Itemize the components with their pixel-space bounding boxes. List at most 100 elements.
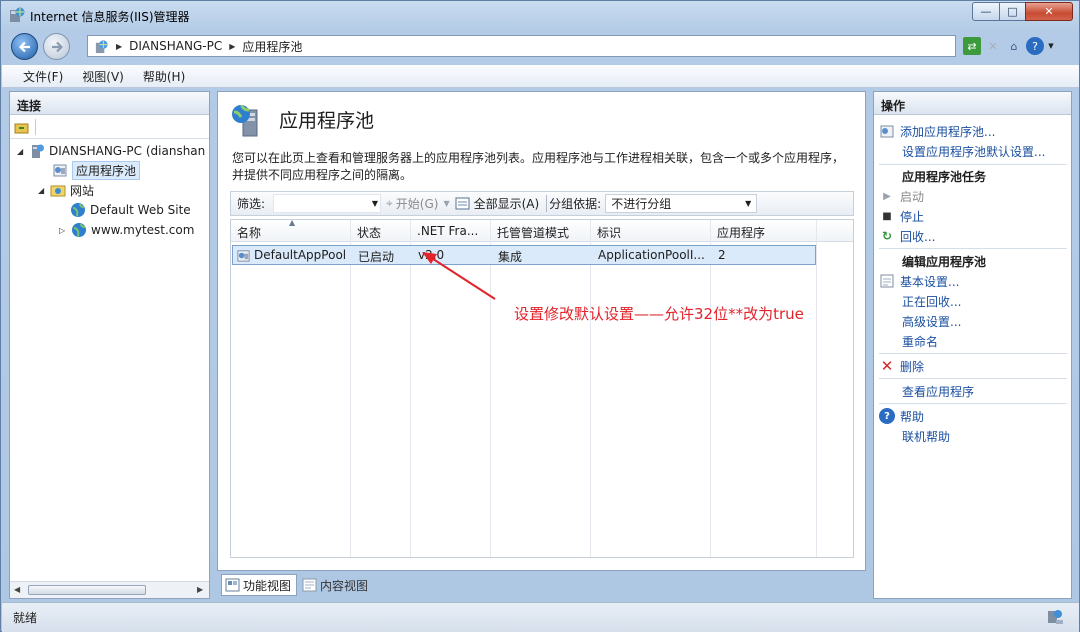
action-label: 联机帮助 xyxy=(902,429,951,444)
chevron-down-icon[interactable]: ▼ xyxy=(1047,37,1055,55)
action-label: 高级设置... xyxy=(902,314,962,329)
menu-bar: 文件(F) 视图(V) 帮助(H) xyxy=(2,65,1079,88)
actions-separator xyxy=(879,353,1067,354)
annotation-text: 设置修改默认设置——允许32位**改为true xyxy=(514,305,804,323)
recycling-action[interactable]: 正在回收... xyxy=(902,292,961,310)
actions-separator xyxy=(879,378,1067,379)
action-label: 基本设置... xyxy=(900,274,960,289)
action-label: 添加应用程序池... xyxy=(900,124,996,139)
maximize-button[interactable]: □ xyxy=(999,2,1026,21)
tree-label: DIANSHANG-PC (dianshan xyxy=(49,144,206,158)
server-icon xyxy=(32,144,44,158)
network-status-icon xyxy=(1048,610,1063,624)
action-label: 查看应用程序 xyxy=(902,384,975,399)
collapsed-triangle-icon: ▷ xyxy=(59,225,66,235)
globe-icon xyxy=(71,203,85,217)
start-action[interactable]: ▶ 启动 xyxy=(879,187,924,205)
breadcrumb-server[interactable]: DIANSHANG-PC xyxy=(129,39,222,53)
actions-separator xyxy=(879,164,1067,165)
pool-tasks-heading: 应用程序池任务 xyxy=(902,170,987,184)
connect-icon[interactable] xyxy=(14,119,30,135)
scroll-left-icon[interactable]: ◀ xyxy=(14,585,20,594)
action-label: 重命名 xyxy=(902,334,939,349)
refresh-icon[interactable]: ⇄ xyxy=(963,37,981,55)
status-text: 就绪 xyxy=(13,611,38,625)
stop-square-icon: ■ xyxy=(882,210,892,222)
tree-item-default-site[interactable]: Default Web Site xyxy=(70,200,191,220)
address-bar[interactable]: ▶ DIANSHANG-PC ▶ 应用程序池 xyxy=(87,35,956,57)
title-bar: Internet 信息服务(IIS)管理器 — □ ✕ xyxy=(1,1,1079,29)
tree-item-mytest-site[interactable]: ▷ www.mytest.com xyxy=(59,220,194,240)
iis-manager-window: Internet 信息服务(IIS)管理器 — □ ✕ ▶ DIANSHANG-… xyxy=(0,0,1080,632)
minimize-button[interactable]: — xyxy=(972,2,1000,21)
menu-help[interactable]: 帮助(H) xyxy=(143,68,185,85)
window-title: Internet 信息服务(IIS)管理器 xyxy=(30,10,190,24)
tree-item-app-pools[interactable]: 应用程序池 xyxy=(52,160,141,180)
app-pool-icon xyxy=(53,164,67,177)
tab-label: 功能视图 xyxy=(243,578,292,593)
tree-label: www.mytest.com xyxy=(91,223,195,237)
action-label: 设置应用程序池默认设置... xyxy=(902,144,1046,159)
scroll-right-icon[interactable]: ▶ xyxy=(197,585,203,594)
expanded-triangle-icon: ◢ xyxy=(17,146,24,156)
app-pools-panel: 应用程序池 您可以在此页上查看和管理服务器上的应用程序池列表。应用程序池与工作进… xyxy=(217,91,866,571)
help-icon: ? xyxy=(879,408,895,424)
connections-toolbar xyxy=(10,115,209,139)
expanded-triangle-icon: ◢ xyxy=(38,185,45,195)
chevron-right-icon: ▶ xyxy=(229,41,236,51)
tab-label: 内容视图 xyxy=(320,578,369,593)
content-view-icon xyxy=(302,578,317,592)
view-applications-action[interactable]: 查看应用程序 xyxy=(902,382,974,400)
menu-file[interactable]: 文件(F) xyxy=(23,68,63,85)
tree-label-selected: 应用程序池 xyxy=(72,160,141,180)
status-bar: 就绪 xyxy=(2,602,1079,632)
chevron-right-icon: ▶ xyxy=(116,41,123,51)
tree-label: 网站 xyxy=(70,183,95,198)
tree-item-sites[interactable]: ◢ 网站 xyxy=(38,180,94,200)
settings-page-icon xyxy=(880,274,894,288)
stop-icon[interactable]: ✕ xyxy=(984,37,1002,55)
action-label: 帮助 xyxy=(900,409,925,424)
tab-features-view[interactable]: 功能视图 xyxy=(221,574,298,596)
home-icon[interactable]: ⌂ xyxy=(1005,37,1023,55)
close-button[interactable]: ✕ xyxy=(1025,2,1073,21)
action-label: 删除 xyxy=(900,359,925,374)
online-help-action[interactable]: 联机帮助 xyxy=(902,427,950,445)
delete-action[interactable]: ✕ 删除 xyxy=(879,357,924,375)
actions-panel: 操作 添加应用程序池... 设置应用程序池默认设置... 应用程序池任务 ▶ 启… xyxy=(873,91,1072,599)
help-action[interactable]: ? 帮助 xyxy=(879,407,924,425)
edit-pool-heading: 编辑应用程序池 xyxy=(902,255,987,269)
tree-item-server[interactable]: ◢ DIANSHANG-PC (dianshan xyxy=(17,141,205,161)
actions-separator xyxy=(879,248,1067,249)
menu-view[interactable]: 视图(V) xyxy=(82,68,124,85)
annotation-arrow xyxy=(422,252,496,300)
action-label: 停止 xyxy=(900,209,925,224)
add-pool-icon xyxy=(880,125,894,138)
action-label: 回收... xyxy=(900,229,936,244)
stop-action[interactable]: ■ 停止 xyxy=(879,207,924,225)
server-globe-icon xyxy=(95,39,108,53)
toolbar-icons: ⇄ ✕ ⌂ ? ▼ xyxy=(963,37,1055,55)
add-app-pool-link[interactable]: 添加应用程序池... xyxy=(879,122,995,140)
set-defaults-link[interactable]: 设置应用程序池默认设置... xyxy=(902,142,1045,160)
scrollbar-thumb[interactable] xyxy=(28,585,146,595)
forward-button[interactable] xyxy=(43,33,70,60)
navigation-bar: ▶ DIANSHANG-PC ▶ 应用程序池 ⇄ ✕ ⌂ ? ▼ xyxy=(1,29,1079,65)
tab-content-view[interactable]: 内容视图 xyxy=(299,574,373,596)
delete-x-icon: ✕ xyxy=(880,357,894,375)
toolbar-separator xyxy=(35,118,36,135)
rename-action[interactable]: 重命名 xyxy=(902,332,938,350)
actions-separator xyxy=(879,403,1067,404)
recycle-action[interactable]: ↻ 回收... xyxy=(879,227,935,245)
view-tabs: 功能视图 内容视图 xyxy=(221,574,373,596)
tree-label: Default Web Site xyxy=(90,203,191,217)
basic-settings-action[interactable]: 基本设置... xyxy=(879,272,959,290)
back-button[interactable] xyxy=(11,33,38,60)
breadcrumb-app-pools[interactable]: 应用程序池 xyxy=(242,38,302,55)
action-label: 启动 xyxy=(900,189,925,204)
connections-horizontal-scrollbar[interactable]: ◀ ▶ xyxy=(10,581,209,598)
advanced-settings-action[interactable]: 高级设置... xyxy=(902,312,961,330)
arrow-left-icon xyxy=(18,41,30,52)
iis-app-icon xyxy=(10,7,25,22)
help-icon[interactable]: ? xyxy=(1026,37,1044,55)
